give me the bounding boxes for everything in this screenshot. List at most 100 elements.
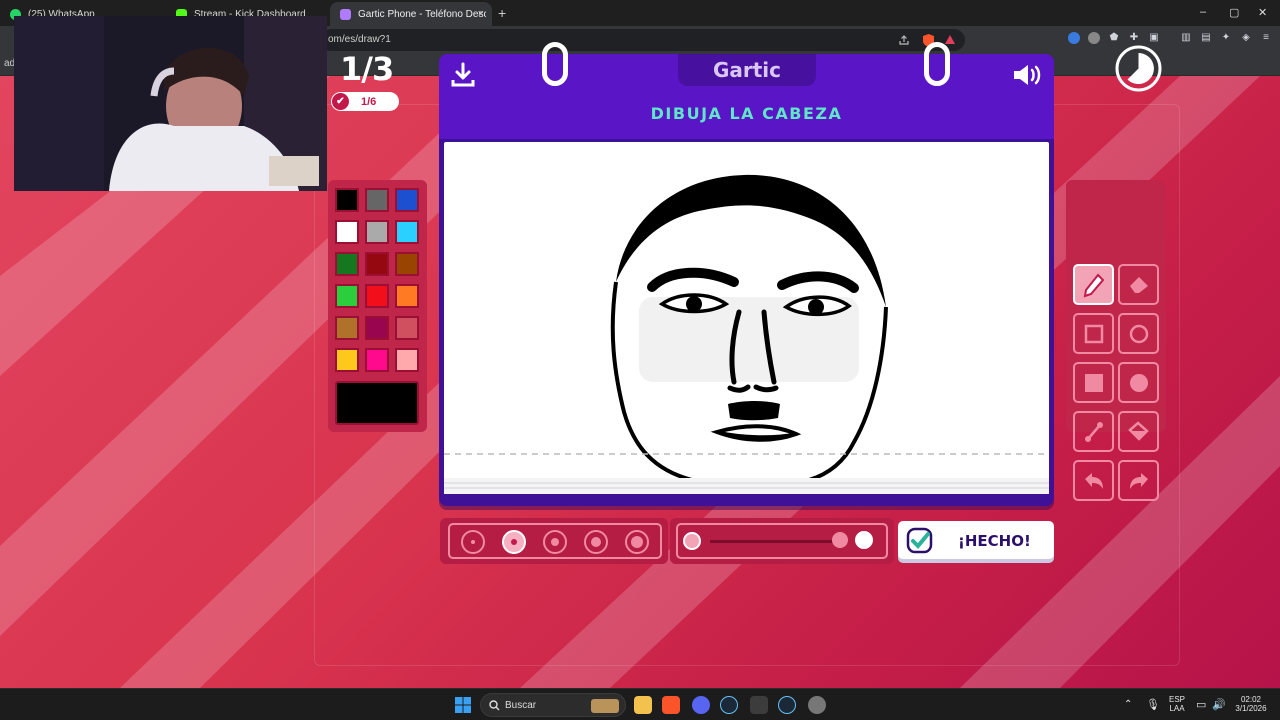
gartic-logo: Gartic	[678, 54, 816, 86]
brave-rewards-icon[interactable]	[944, 34, 956, 45]
undo-tool[interactable]	[1073, 460, 1114, 501]
brush-size-dot	[551, 538, 559, 546]
check-icon: ✔	[332, 93, 349, 110]
color-swatch[interactable]	[365, 316, 389, 340]
clock-time: 02:02	[1240, 695, 1262, 704]
color-swatch[interactable]	[335, 252, 359, 276]
color-swatch[interactable]	[395, 348, 419, 372]
sidebar-icon[interactable]: ▥	[1180, 32, 1192, 44]
brush-size-dot	[631, 536, 643, 548]
done-button[interactable]: ¡HECHO!	[898, 521, 1054, 559]
opacity-slider-track[interactable]	[710, 540, 840, 543]
filled-ellipse-tool[interactable]	[1118, 362, 1159, 403]
microphone-icon[interactable]: 🎙	[1146, 698, 1160, 711]
color-swatch[interactable]	[395, 284, 419, 308]
steam-client-icon[interactable]	[778, 696, 796, 714]
speaker-icon[interactable]: 🔊	[1212, 698, 1226, 711]
color-swatch[interactable]	[365, 252, 389, 276]
extension-icon[interactable]	[1068, 32, 1080, 44]
volume-icon[interactable]	[1012, 62, 1044, 88]
pencil-tool[interactable]	[1073, 264, 1114, 305]
color-swatch[interactable]	[365, 348, 389, 372]
color-swatch[interactable]	[395, 220, 419, 244]
language-layout: LAA	[1169, 704, 1185, 713]
filled-ellipse-icon	[1129, 373, 1148, 392]
bucket-tool[interactable]	[1118, 411, 1159, 452]
color-swatch[interactable]	[365, 188, 389, 212]
puzzle-icon[interactable]: ✚	[1128, 32, 1140, 44]
screenshot-icon[interactable]: ▣	[1148, 32, 1160, 44]
color-swatch[interactable]	[395, 316, 419, 340]
rectangle-tool[interactable]	[1073, 313, 1114, 354]
tab-gartic-phone[interactable]: Gartic Phone - Teléfono Descom ×	[330, 2, 492, 26]
opacity-slider-thumb[interactable]	[832, 532, 848, 548]
eraser-tool[interactable]	[1118, 264, 1159, 305]
color-swatch[interactable]	[335, 220, 359, 244]
app-icon[interactable]	[808, 696, 826, 714]
vpn-icon[interactable]: ◈	[1240, 32, 1252, 44]
obs-icon[interactable]	[750, 696, 768, 714]
discord-icon[interactable]	[692, 696, 710, 714]
brush-size-button[interactable]	[543, 530, 567, 554]
close-window-button[interactable]: ✕	[1258, 6, 1267, 19]
share-icon[interactable]	[898, 34, 910, 46]
webcam-overlay	[14, 16, 327, 191]
menu-icon[interactable]: ≡	[1260, 32, 1272, 44]
tray-overflow-icon[interactable]: ⌃	[1124, 699, 1132, 710]
color-swatch[interactable]	[335, 348, 359, 372]
notebook-pages	[444, 478, 1049, 494]
minimize-button[interactable]: –	[1200, 6, 1206, 18]
globe-icon[interactable]	[1088, 32, 1100, 44]
color-swatch[interactable]	[365, 220, 389, 244]
taskbar-search[interactable]: Buscar	[480, 693, 626, 717]
players-done-count: 1/6	[361, 95, 377, 108]
clock[interactable]: 02:02 3/1/2026	[1230, 695, 1272, 713]
wallet-icon[interactable]: ▤	[1200, 32, 1212, 44]
notebook-ring	[924, 42, 950, 86]
line-icon	[1084, 421, 1103, 442]
line-tool[interactable]	[1073, 411, 1114, 452]
filled-rectangle-icon	[1084, 373, 1103, 392]
leo-ai-icon[interactable]: ✦	[1220, 32, 1232, 44]
brush-size-button[interactable]	[625, 530, 649, 554]
new-tab-button[interactable]: +	[498, 5, 506, 21]
undo-icon	[1084, 472, 1103, 489]
brush-size-dot	[471, 540, 475, 544]
check-circle-icon	[906, 527, 933, 554]
maximize-button[interactable]: ▢	[1229, 6, 1239, 19]
search-highlight-icon	[591, 699, 619, 713]
search-icon	[489, 700, 500, 711]
brush-size-dot	[511, 539, 517, 545]
color-swatch[interactable]	[335, 284, 359, 308]
selected-color-preview	[335, 381, 419, 425]
color-swatch[interactable]	[395, 188, 419, 212]
ellipse-icon	[1129, 324, 1148, 343]
download-icon[interactable]	[450, 62, 476, 88]
notebook-ring	[542, 42, 568, 86]
ellipse-tool[interactable]	[1118, 313, 1159, 354]
brush-size-button[interactable]	[584, 530, 608, 554]
brave-browser-icon[interactable]	[662, 696, 680, 714]
brush-size-button[interactable]	[502, 530, 526, 554]
filled-rectangle-tool[interactable]	[1073, 362, 1114, 403]
url-text: om/es/draw?1	[328, 34, 391, 45]
drawing-face	[444, 174, 1049, 482]
redo-tool[interactable]	[1118, 460, 1159, 501]
bucket-icon	[1127, 420, 1149, 441]
network-icon[interactable]: ▭	[1196, 698, 1206, 711]
color-swatch[interactable]	[365, 284, 389, 308]
file-explorer-icon[interactable]	[634, 696, 652, 714]
steam-icon[interactable]	[720, 696, 738, 714]
color-swatch[interactable]	[335, 316, 359, 340]
shield-icon[interactable]: ⬟	[1108, 32, 1120, 44]
drawing-canvas[interactable]	[444, 142, 1049, 494]
color-swatch[interactable]	[335, 188, 359, 212]
brush-size-button[interactable]	[461, 530, 485, 554]
rectangle-icon	[1084, 324, 1103, 343]
language-indicator[interactable]: ESP LAA	[1166, 695, 1188, 713]
pencil-icon	[1083, 273, 1104, 297]
color-swatch[interactable]	[395, 252, 419, 276]
address-bar[interactable]: om/es/draw?1	[320, 29, 965, 51]
windows-start-icon[interactable]	[455, 697, 471, 713]
close-tab-icon[interactable]: ×	[478, 8, 484, 20]
